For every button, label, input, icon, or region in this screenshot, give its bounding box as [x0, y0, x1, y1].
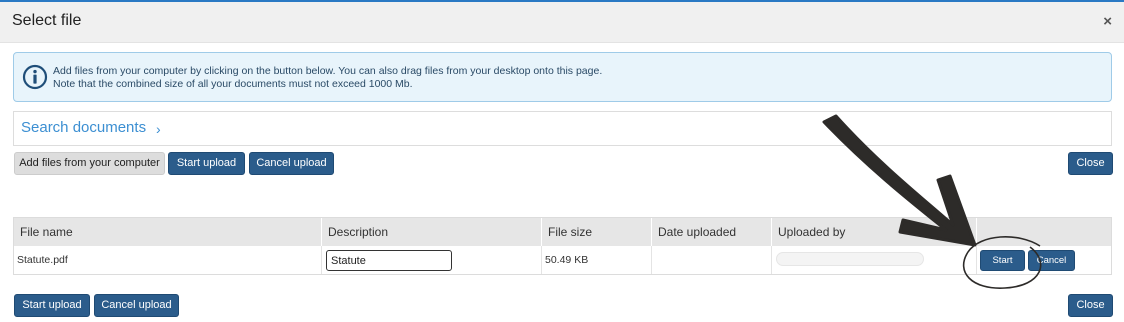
close-icon[interactable]: ×	[1103, 13, 1112, 30]
column-file-name: File name	[14, 218, 322, 246]
description-input[interactable]	[326, 250, 452, 271]
info-line-1: Add files from your computer by clicking…	[53, 65, 603, 77]
table-header: File name Description File size Date upl…	[14, 218, 1111, 246]
start-upload-button[interactable]: Start upload	[168, 152, 245, 175]
add-files-button[interactable]: Add files from your computer	[14, 152, 165, 175]
cancel-upload-button[interactable]: Cancel upload	[249, 152, 334, 175]
column-file-size: File size	[542, 218, 652, 246]
row-start-button[interactable]: Start	[980, 250, 1025, 271]
chevron-right-icon: ›	[156, 121, 161, 137]
cell-date-uploaded	[652, 246, 772, 274]
cell-file-size: 50.49 KB	[542, 246, 652, 274]
footer-cancel-upload-button[interactable]: Cancel upload	[94, 294, 179, 317]
dialog-title: Select file	[12, 12, 82, 29]
info-text: Add files from your computer by clicking…	[53, 65, 602, 91]
info-line-2: Note that the combined size of all your …	[53, 78, 413, 90]
close-button[interactable]: Close	[1068, 152, 1113, 175]
info-alert: Add files from your computer by clicking…	[13, 52, 1112, 102]
cell-file-name: Statute.pdf	[14, 246, 322, 274]
footer-close-button[interactable]: Close	[1068, 294, 1113, 317]
file-table: File name Description File size Date upl…	[13, 217, 1112, 275]
column-uploaded-by: Uploaded by	[772, 218, 977, 246]
dialog-header: Select file ×	[0, 2, 1124, 43]
column-actions	[977, 218, 1111, 246]
search-documents-panel[interactable]: Search documents ›	[13, 111, 1112, 146]
column-description: Description	[322, 218, 542, 246]
column-date-uploaded: Date uploaded	[652, 218, 772, 246]
row-cancel-button[interactable]: Cancel	[1028, 250, 1075, 271]
upload-progress-bar	[776, 252, 924, 266]
search-documents-link[interactable]: Search documents	[21, 119, 146, 136]
footer-start-upload-button[interactable]: Start upload	[14, 294, 90, 317]
info-icon	[22, 64, 48, 90]
